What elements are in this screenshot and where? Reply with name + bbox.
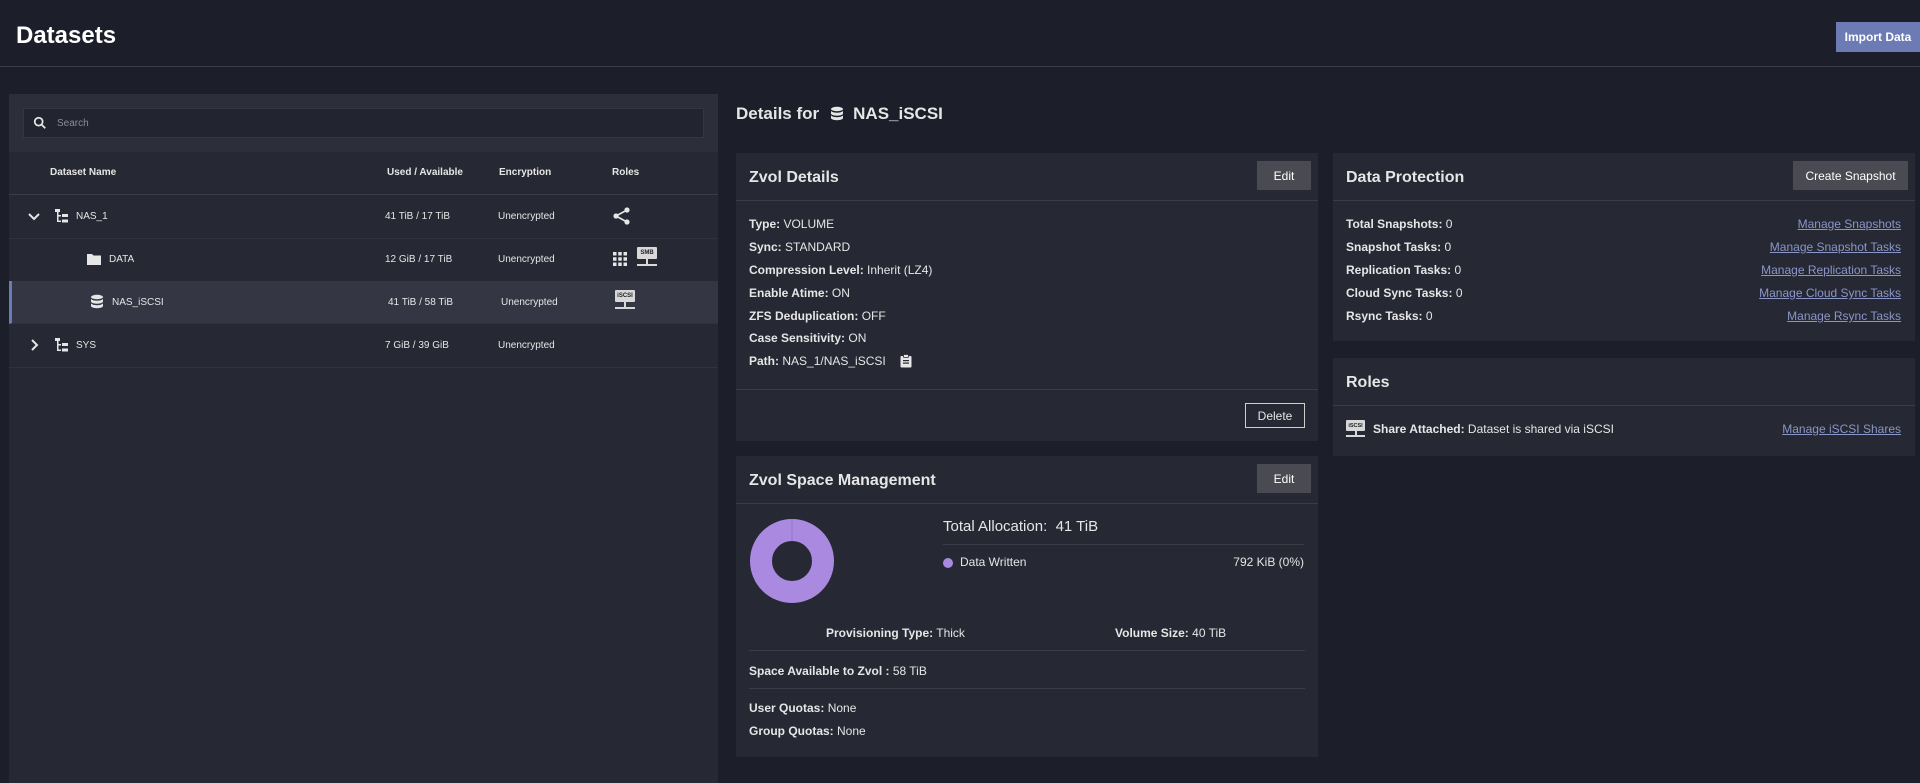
folder-icon bbox=[87, 254, 101, 265]
roles-title: Roles bbox=[1346, 374, 1390, 391]
create-snapshot-button[interactable]: Create Snapshot bbox=[1793, 161, 1908, 190]
table-row[interactable]: SYS 7 GiB / 39 GiB Unencrypted bbox=[9, 324, 718, 368]
legend-data-written-value: 792 KiB (0%) bbox=[1233, 555, 1304, 569]
detail-atime: Enable Atime: ON bbox=[749, 286, 850, 300]
dataset-tree-panel: Dataset Name Used / Available Encryption… bbox=[9, 94, 718, 783]
divider bbox=[943, 544, 1304, 545]
dataset-name: SYS bbox=[76, 340, 97, 351]
zvol-details-title: Zvol Details bbox=[749, 169, 839, 186]
search-icon bbox=[33, 116, 46, 129]
card-header: Roles bbox=[1333, 358, 1915, 406]
copy-clipboard-icon[interactable] bbox=[900, 354, 912, 368]
dataset-encryption: Unencrypted bbox=[501, 297, 558, 308]
user-quotas: User Quotas: None bbox=[749, 701, 857, 715]
iscsi-share-icon: iSCSI bbox=[615, 290, 637, 314]
card-header: Zvol Details Edit bbox=[736, 153, 1318, 201]
dataset-usage: 7 GiB / 39 GiB bbox=[385, 340, 449, 351]
table-row-selected[interactable]: NAS_iSCSI 41 TiB / 58 TiB Unencrypted iS… bbox=[9, 281, 718, 324]
divider bbox=[736, 389, 1318, 390]
manage-snapshots-link[interactable]: Manage Snapshots bbox=[1798, 217, 1901, 231]
details-dataset-name: NAS_iSCSI bbox=[853, 104, 943, 123]
dataset-name: DATA bbox=[109, 254, 135, 265]
column-dataset-name[interactable]: Dataset Name bbox=[50, 167, 116, 178]
dataset-encryption: Unencrypted bbox=[498, 340, 555, 351]
edit-zvol-details-button[interactable]: Edit bbox=[1257, 161, 1311, 190]
protection-title: Data Protection bbox=[1346, 169, 1465, 186]
smb-share-icon: SMB bbox=[637, 247, 659, 271]
detail-compression: Compression Level: Inherit (LZ4) bbox=[749, 263, 933, 277]
manage-iscsi-shares-link[interactable]: Manage iSCSI Shares bbox=[1782, 422, 1901, 436]
detail-case-sensitivity: Case Sensitivity: ON bbox=[749, 331, 867, 345]
snapshot-tasks: Snapshot Tasks: 0 bbox=[1346, 240, 1452, 254]
dataset-encryption: Unencrypted bbox=[498, 254, 555, 265]
cloud-sync-tasks: Cloud Sync Tasks: 0 bbox=[1346, 286, 1463, 300]
dataset-name: NAS_iSCSI bbox=[112, 297, 164, 308]
search-bar bbox=[9, 94, 718, 152]
total-allocation: Total Allocation: 41 TiB bbox=[943, 518, 1099, 535]
zvol-space-card: Zvol Space Management Edit Total Allocat… bbox=[736, 456, 1318, 757]
search-input[interactable] bbox=[55, 116, 679, 130]
dataset-encryption: Unencrypted bbox=[498, 211, 555, 222]
page-title: Datasets bbox=[16, 22, 117, 49]
dataset-usage: 12 GiB / 17 TiB bbox=[385, 254, 453, 265]
rsync-tasks: Rsync Tasks: 0 bbox=[1346, 309, 1433, 323]
table-row[interactable]: DATA 12 GiB / 17 TiB Unencrypted SMB bbox=[9, 238, 718, 282]
replication-tasks: Replication Tasks: 0 bbox=[1346, 263, 1462, 277]
dataset-usage: 41 TiB / 58 TiB bbox=[388, 297, 454, 308]
chevron-down-icon[interactable] bbox=[26, 208, 42, 224]
card-header: Data Protection Create Snapshot bbox=[1333, 153, 1915, 201]
total-snapshots: Total Snapshots: 0 bbox=[1346, 217, 1453, 231]
divider bbox=[749, 688, 1305, 689]
import-data-button[interactable]: Import Data bbox=[1836, 22, 1920, 52]
card-header: Zvol Space Management Edit bbox=[736, 456, 1318, 504]
table-header: Dataset Name Used / Available Encryption… bbox=[9, 152, 718, 195]
zvol-details-card: Zvol Details Edit Type: VOLUME Sync: STA… bbox=[736, 153, 1318, 441]
space-title: Zvol Space Management bbox=[749, 472, 936, 489]
dataset-usage: 41 TiB / 17 TiB bbox=[385, 211, 451, 222]
column-roles[interactable]: Roles bbox=[612, 167, 639, 178]
detail-dedup: ZFS Deduplication: OFF bbox=[749, 309, 886, 323]
detail-type: Type: VOLUME bbox=[749, 217, 835, 231]
manage-snapshot-tasks-link[interactable]: Manage Snapshot Tasks bbox=[1770, 240, 1901, 254]
search-box[interactable] bbox=[23, 108, 704, 138]
database-icon bbox=[91, 294, 103, 309]
delete-zvol-button[interactable]: Delete bbox=[1245, 403, 1305, 428]
dataset-tree-icon bbox=[55, 209, 68, 223]
edit-space-button[interactable]: Edit bbox=[1257, 464, 1311, 493]
top-bar: Datasets Import Data bbox=[0, 0, 1920, 67]
column-encryption[interactable]: Encryption bbox=[499, 167, 551, 178]
iscsi-share-icon: iSCSI bbox=[1346, 420, 1366, 442]
share-attached: Share Attached: Dataset is shared via iS… bbox=[1373, 422, 1614, 436]
manage-cloud-sync-tasks-link[interactable]: Manage Cloud Sync Tasks bbox=[1759, 286, 1901, 300]
dataset-name: NAS_1 bbox=[76, 211, 108, 222]
group-quotas: Group Quotas: None bbox=[749, 724, 866, 738]
divider bbox=[749, 650, 1305, 651]
share-icon bbox=[613, 207, 630, 225]
column-used-available[interactable]: Used / Available bbox=[387, 167, 463, 178]
chevron-right-icon[interactable] bbox=[26, 337, 42, 353]
database-icon bbox=[831, 106, 844, 121]
manage-replication-tasks-link[interactable]: Manage Replication Tasks bbox=[1761, 263, 1901, 277]
roles-card: Roles iSCSI Share Attached: Dataset is s… bbox=[1333, 358, 1915, 456]
manage-rsync-tasks-link[interactable]: Manage Rsync Tasks bbox=[1787, 309, 1901, 323]
details-prefix: Details for bbox=[736, 104, 820, 123]
provisioning-type: Provisioning Type: Thick bbox=[826, 626, 965, 640]
volume-size: Volume Size: 40 TiB bbox=[1115, 626, 1227, 640]
dataset-tree-icon bbox=[55, 338, 68, 352]
apps-grid-icon bbox=[613, 252, 627, 266]
details-heading: Details for NAS_iSCSI bbox=[736, 104, 943, 124]
detail-path: Path: NAS_1/NAS_iSCSI bbox=[749, 354, 912, 368]
table-row[interactable]: NAS_1 41 TiB / 17 TiB Unencrypted bbox=[9, 195, 718, 239]
data-protection-card: Data Protection Create Snapshot Total Sn… bbox=[1333, 153, 1915, 341]
space-available: Space Available to Zvol : 58 TiB bbox=[749, 664, 927, 678]
detail-sync: Sync: STANDARD bbox=[749, 240, 851, 254]
